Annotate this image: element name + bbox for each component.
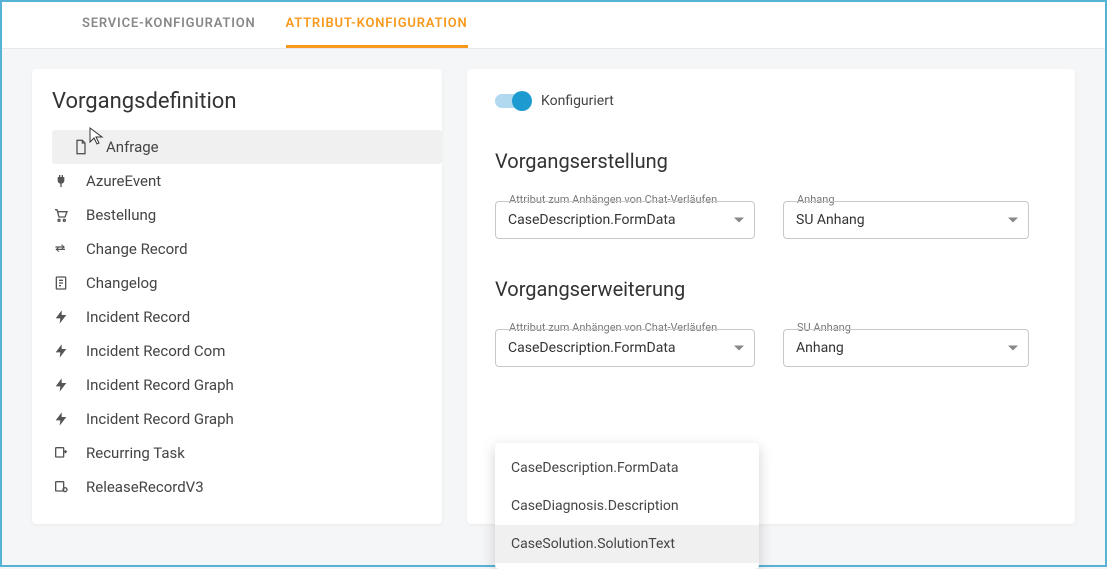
select-value: SU Anhang: [796, 212, 865, 228]
select-anhang-2[interactable]: Anhang: [783, 329, 1029, 367]
chevron-down-icon: [1008, 218, 1018, 223]
list-item-release-record[interactable]: ReleaseRecordV3: [32, 470, 442, 504]
dropdown-option-3[interactable]: CaseSolution.SolutionText: [495, 525, 759, 563]
list-item-label: Incident Record Com: [86, 342, 225, 360]
list-item-incident-record-com[interactable]: Incident Record Com: [32, 334, 442, 368]
list-item-label: ReleaseRecordV3: [86, 478, 204, 496]
dropdown-option-2[interactable]: CaseDiagnosis.Description: [495, 487, 759, 525]
section-title-creation: Vorgangserstellung: [495, 149, 1047, 173]
list-item-label: AzureEvent: [86, 172, 161, 190]
list-item-label: Changelog: [86, 274, 157, 292]
plug-icon: [52, 172, 70, 190]
select-value: CaseDescription.FormData: [508, 340, 676, 356]
field-anhang-2: SU Anhang Anhang: [783, 329, 1029, 367]
select-value: Anhang: [796, 340, 844, 356]
tab-attribute-config[interactable]: ATTRIBUT-KONFIGURATION: [286, 2, 468, 48]
tab-service-config[interactable]: SERVICE-KONFIGURATION: [82, 2, 256, 48]
content-area: Vorgangsdefinition Anfrage AzureEvent Be…: [2, 49, 1105, 544]
flash-icon: [52, 410, 70, 428]
list-item-incident-record-graph-2[interactable]: Incident Record Graph: [32, 402, 442, 436]
select-chat-attribute-2[interactable]: CaseDescription.FormData: [495, 329, 755, 367]
select-chat-attribute-1[interactable]: CaseDescription.FormData: [495, 201, 755, 239]
panel-title: Vorgangsdefinition: [32, 89, 442, 130]
toggle-row: Konfiguriert: [495, 93, 1047, 109]
chevron-down-icon: [1008, 346, 1018, 351]
field-chat-attribute-2: Attribut zum Anhängen von Chat-Verläufen…: [495, 329, 755, 367]
cart-icon: [52, 206, 70, 224]
list-item-label: Recurring Task: [86, 444, 185, 462]
list-item-label: Incident Record: [86, 308, 190, 326]
document-icon: [72, 138, 90, 156]
chevron-down-icon: [734, 218, 744, 223]
list-item-azureevent[interactable]: AzureEvent: [32, 164, 442, 198]
select-anhang-1[interactable]: SU Anhang: [783, 201, 1029, 239]
list-item-label: Incident Record Graph: [86, 376, 234, 394]
list-item-label: Anfrage: [106, 138, 159, 156]
section-title-extension: Vorgangserweiterung: [495, 277, 1047, 301]
list-item-recurring-task[interactable]: Recurring Task: [32, 436, 442, 470]
release-icon: [52, 478, 70, 496]
field-chat-attribute-1: Attribut zum Anhängen von Chat-Verläufen…: [495, 201, 755, 239]
flash-icon: [52, 342, 70, 360]
tabs-bar: SERVICE-KONFIGURATION ATTRIBUT-KONFIGURA…: [2, 2, 1105, 49]
list-item-change-record[interactable]: Change Record: [32, 232, 442, 266]
select-value: CaseDescription.FormData: [508, 212, 676, 228]
list-item-incident-record-graph-1[interactable]: Incident Record Graph: [32, 368, 442, 402]
list-item-incident-record[interactable]: Incident Record: [32, 300, 442, 334]
right-panel: Konfiguriert Vorgangserstellung Attribut…: [467, 69, 1075, 524]
attribute-dropdown: CaseDescription.FormData CaseDiagnosis.D…: [495, 443, 759, 569]
list-item-changelog[interactable]: Changelog: [32, 266, 442, 300]
creation-fields: Attribut zum Anhängen von Chat-Verläufen…: [495, 201, 1047, 239]
extension-fields: Attribut zum Anhängen von Chat-Verläufen…: [495, 329, 1047, 367]
flash-icon: [52, 308, 70, 326]
list-item-label: Change Record: [86, 240, 188, 258]
dropdown-option-1[interactable]: CaseDescription.FormData: [495, 449, 759, 487]
field-anhang-1: Anhang SU Anhang: [783, 201, 1029, 239]
list-item-label: Bestellung: [86, 206, 156, 224]
list-item-bestellung[interactable]: Bestellung: [32, 198, 442, 232]
list-item-label: Incident Record Graph: [86, 410, 234, 428]
left-panel: Vorgangsdefinition Anfrage AzureEvent Be…: [32, 69, 442, 524]
configured-toggle[interactable]: [495, 94, 529, 108]
swap-icon: [52, 240, 70, 258]
recurring-icon: [52, 444, 70, 462]
file-edit-icon: [52, 274, 70, 292]
list-item-anfrage[interactable]: Anfrage: [52, 130, 442, 164]
toggle-label: Konfiguriert: [541, 93, 614, 109]
chevron-down-icon: [734, 346, 744, 351]
flash-icon: [52, 376, 70, 394]
